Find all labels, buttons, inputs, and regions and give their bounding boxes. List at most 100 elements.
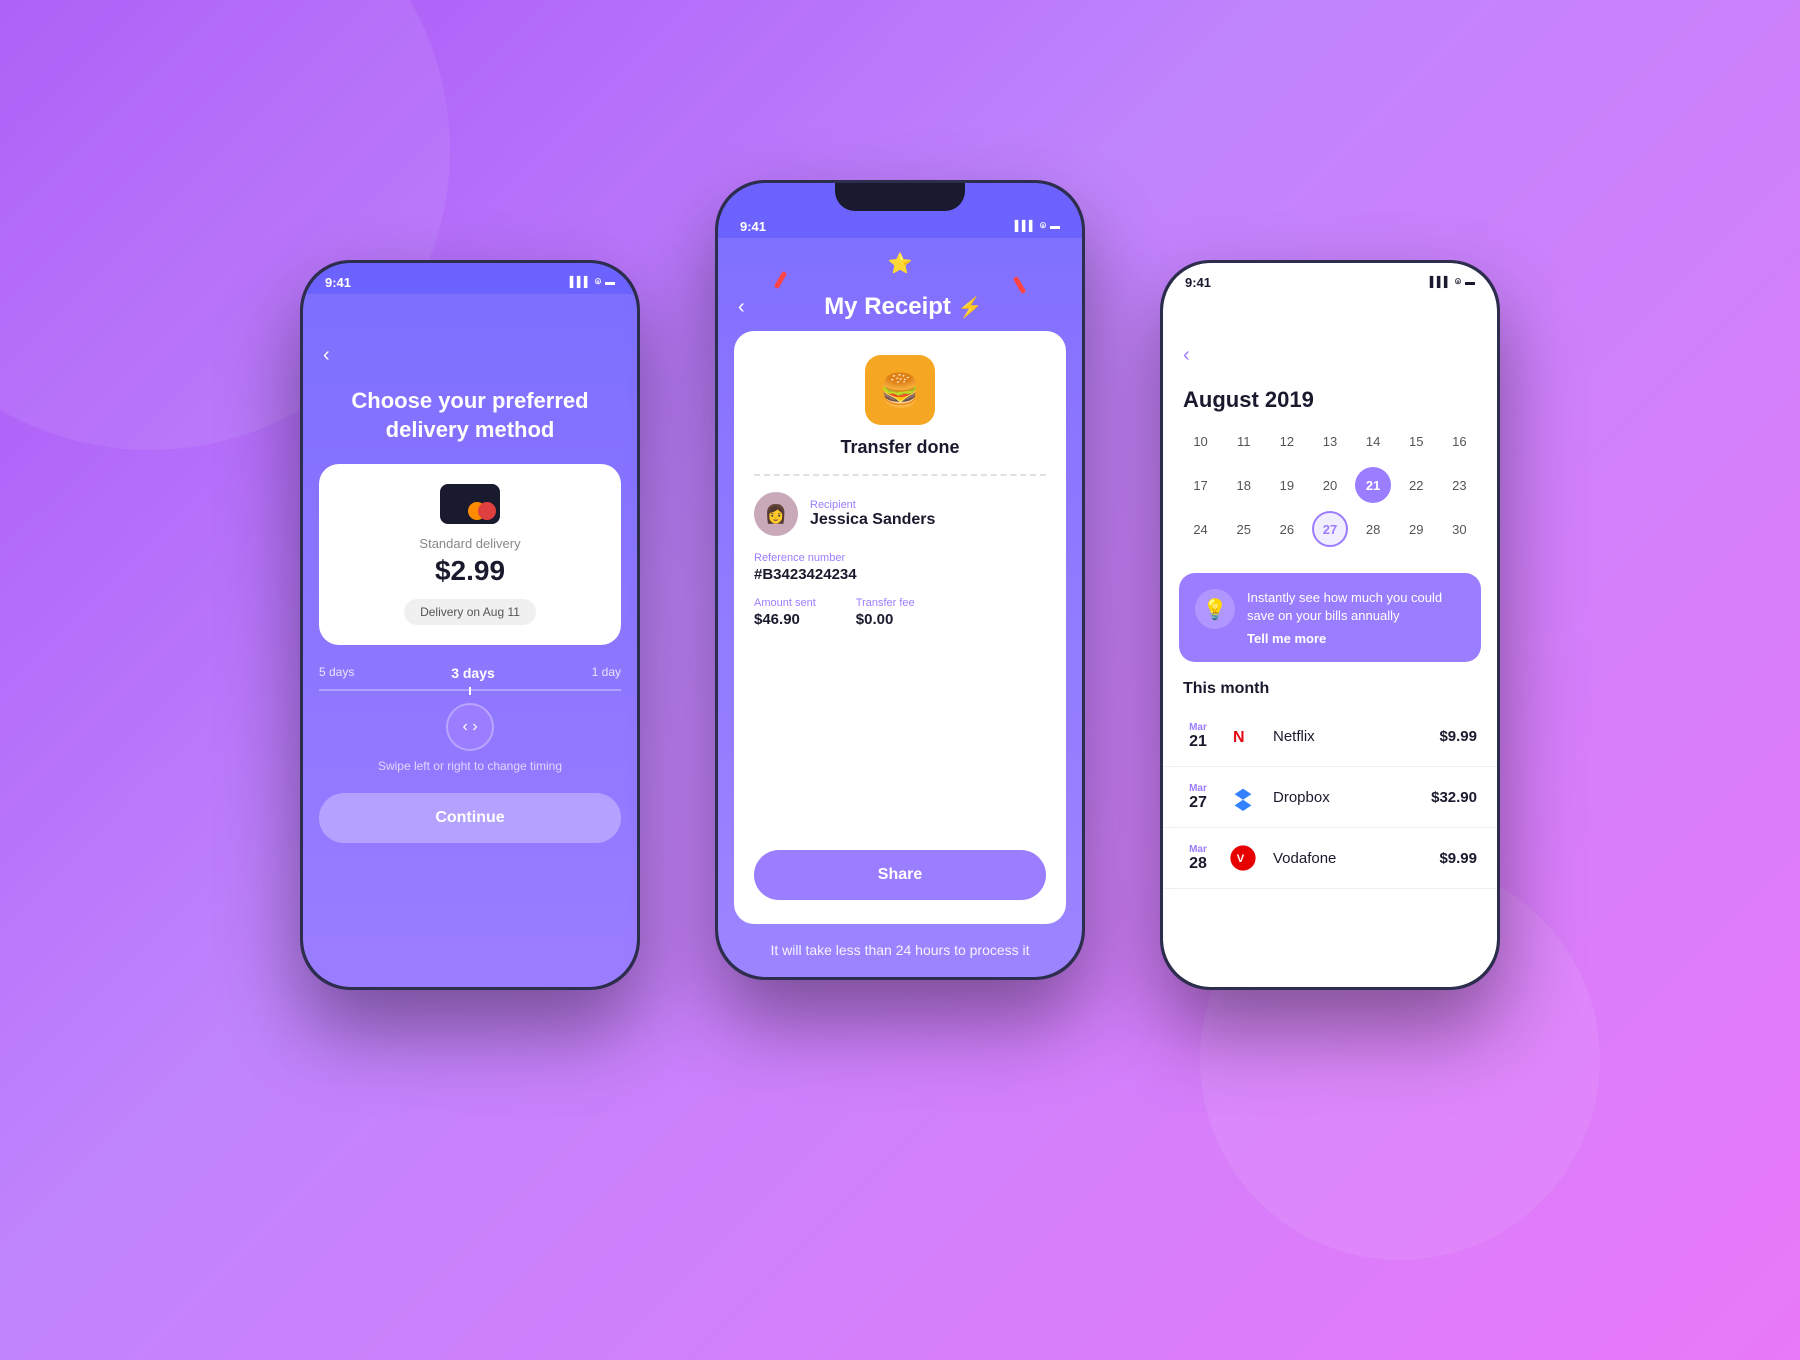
cal-day-14[interactable]: 14	[1355, 423, 1391, 459]
reference-field: Reference number #B3423424234	[754, 552, 1046, 583]
left-back-button[interactable]: ‹	[323, 344, 330, 367]
timing-right-label: 1 day	[592, 665, 621, 681]
cal-day-28[interactable]: 28	[1355, 511, 1391, 547]
cal-day-27-selected[interactable]: 27	[1312, 511, 1348, 547]
netflix-logo: N	[1225, 718, 1261, 754]
svg-text:V: V	[1237, 854, 1245, 866]
calendar-row-2: 17 18 19 20 21 22 23	[1179, 467, 1481, 503]
netflix-name: Netflix	[1273, 728, 1427, 745]
divider-line	[754, 474, 1046, 476]
cal-day-29[interactable]: 29	[1398, 511, 1434, 547]
timing-nav-button[interactable]: ‹ ›	[446, 703, 494, 751]
svg-text:N: N	[1233, 729, 1245, 746]
cal-day-20[interactable]: 20	[1312, 467, 1348, 503]
cal-day-21-today[interactable]: 21	[1355, 467, 1391, 503]
receipt-card: 🍔 Transfer done 👩 Recipient Jessica Sand…	[734, 331, 1066, 924]
reference-value: #B3423424234	[754, 566, 1046, 583]
left-status-time: 9:41	[325, 275, 351, 290]
processing-text: It will take less than 24 hours to proce…	[718, 924, 1082, 977]
cal-day-12[interactable]: 12	[1269, 423, 1305, 459]
amount-field: Amount sent $46.90	[754, 597, 816, 628]
netflix-amount: $9.99	[1439, 728, 1477, 745]
cal-day-11[interactable]: 11	[1226, 423, 1262, 459]
cal-day-25[interactable]: 25	[1226, 511, 1262, 547]
netflix-date: Mar 21	[1183, 722, 1213, 751]
center-status-time: 9:41	[740, 219, 766, 234]
confetti-star: ⭐	[888, 251, 913, 276]
amount-value: $46.90	[754, 611, 816, 628]
cal-day-10[interactable]: 10	[1183, 423, 1219, 459]
left-header: ‹ Choose your preferred delivery method	[303, 294, 637, 464]
right-status-time: 9:41	[1185, 275, 1211, 290]
recipient-info: Recipient Jessica Sanders	[810, 499, 935, 529]
savings-banner: 💡 Instantly see how much you could save …	[1179, 573, 1481, 662]
slider-dot	[469, 687, 471, 695]
signal-icon: ▌▌▌	[570, 277, 591, 288]
right-screen: 9:41 ▌▌▌ ⌾ ▬ ‹ August 2019 10 11 12 1	[1163, 263, 1497, 987]
signal-icon: ▌▌▌	[1015, 221, 1036, 232]
phone-center: 9:41 ▌▌▌ ⌾ ▬ ‹ My Receipt ⚡ ⭐	[715, 180, 1085, 980]
phone-notch	[835, 183, 965, 211]
vodafone-amount: $9.99	[1439, 850, 1477, 867]
timing-area: 5 days 3 days 1 day ‹ › Swipe left or ri…	[303, 645, 637, 783]
timing-labels: 5 days 3 days 1 day	[319, 665, 621, 681]
vodafone-date: Mar 28	[1183, 844, 1213, 873]
dropbox-name: Dropbox	[1273, 789, 1419, 806]
battery-icon: ▬	[1465, 277, 1475, 288]
timing-slider-track	[319, 689, 621, 691]
phone-left: 9:41 ▌▌▌ ⌾ ▬ ‹ Choose your preferred del…	[300, 260, 640, 990]
left-status-bar: 9:41 ▌▌▌ ⌾ ▬	[303, 263, 637, 294]
cal-day-15[interactable]: 15	[1398, 423, 1434, 459]
left-status-icons: ▌▌▌ ⌾ ▬	[570, 277, 615, 288]
bill-item-netflix: Mar 21 N Netflix $9.99	[1163, 706, 1497, 767]
calendar-month-title: August 2019	[1163, 377, 1497, 413]
recipient-name: Jessica Sanders	[810, 511, 935, 529]
vodafone-name: Vodafone	[1273, 850, 1427, 867]
lightbulb-icon: 💡	[1195, 589, 1235, 629]
cal-day-23[interactable]: 23	[1441, 467, 1477, 503]
center-screen: 9:41 ▌▌▌ ⌾ ▬ ‹ My Receipt ⚡ ⭐	[718, 183, 1082, 977]
calendar-grid: 10 11 12 13 14 15 16 17 18 19 20 21 22 2…	[1163, 413, 1497, 565]
left-screen: 9:41 ▌▌▌ ⌾ ▬ ‹ Choose your preferred del…	[303, 263, 637, 987]
phones-container: 9:41 ▌▌▌ ⌾ ▬ ‹ Choose your preferred del…	[200, 130, 1600, 1230]
dropbox-amount: $32.90	[1431, 789, 1477, 806]
cal-day-19[interactable]: 19	[1269, 467, 1305, 503]
dropbox-logo	[1225, 779, 1261, 815]
wifi-icon: ⌾	[595, 277, 601, 288]
cal-day-13[interactable]: 13	[1312, 423, 1348, 459]
cal-day-16[interactable]: 16	[1441, 423, 1477, 459]
credit-card-icon	[440, 484, 500, 524]
transfer-status: Transfer done	[754, 437, 1046, 458]
delivery-label: Standard delivery	[419, 536, 520, 551]
cal-day-30[interactable]: 30	[1441, 511, 1477, 547]
savings-content: Instantly see how much you could save on…	[1247, 589, 1465, 646]
center-back-button[interactable]: ‹	[738, 296, 745, 319]
delivery-date-badge: Delivery on Aug 11	[404, 599, 536, 625]
cal-day-26[interactable]: 26	[1269, 511, 1305, 547]
lightning-icon: ⚡	[958, 297, 983, 319]
right-status-icons: ▌▌▌ ⌾ ▬	[1430, 277, 1475, 288]
timing-left-label: 5 days	[319, 665, 354, 681]
right-header: ‹	[1163, 294, 1497, 377]
left-page-title: Choose your preferred delivery method	[323, 387, 617, 444]
center-page-title: My Receipt ⚡	[745, 293, 1062, 321]
amount-fee-row: Amount sent $46.90 Transfer fee $0.00	[754, 597, 1046, 642]
cal-day-18[interactable]: 18	[1226, 467, 1262, 503]
tell-me-more-button[interactable]: Tell me more	[1247, 631, 1465, 646]
fee-value: $0.00	[856, 611, 915, 628]
right-back-button[interactable]: ‹	[1183, 344, 1190, 367]
battery-icon: ▬	[1050, 221, 1060, 232]
bill-item-vodafone: Mar 28 V Vodafone $9.99	[1163, 828, 1497, 889]
delivery-card: Standard delivery $2.99 Delivery on Aug …	[319, 464, 621, 645]
continue-button[interactable]: Continue	[319, 793, 621, 843]
cal-day-24[interactable]: 24	[1183, 511, 1219, 547]
vodafone-logo: V	[1225, 840, 1261, 876]
this-month-label: This month	[1163, 670, 1497, 706]
recipient-avatar: 👩	[754, 492, 798, 536]
cal-day-22[interactable]: 22	[1398, 467, 1434, 503]
share-button[interactable]: Share	[754, 850, 1046, 900]
battery-icon: ▬	[605, 277, 615, 288]
cal-day-17[interactable]: 17	[1183, 467, 1219, 503]
savings-text: Instantly see how much you could save on…	[1247, 589, 1465, 625]
calendar-row-1: 10 11 12 13 14 15 16	[1179, 423, 1481, 459]
